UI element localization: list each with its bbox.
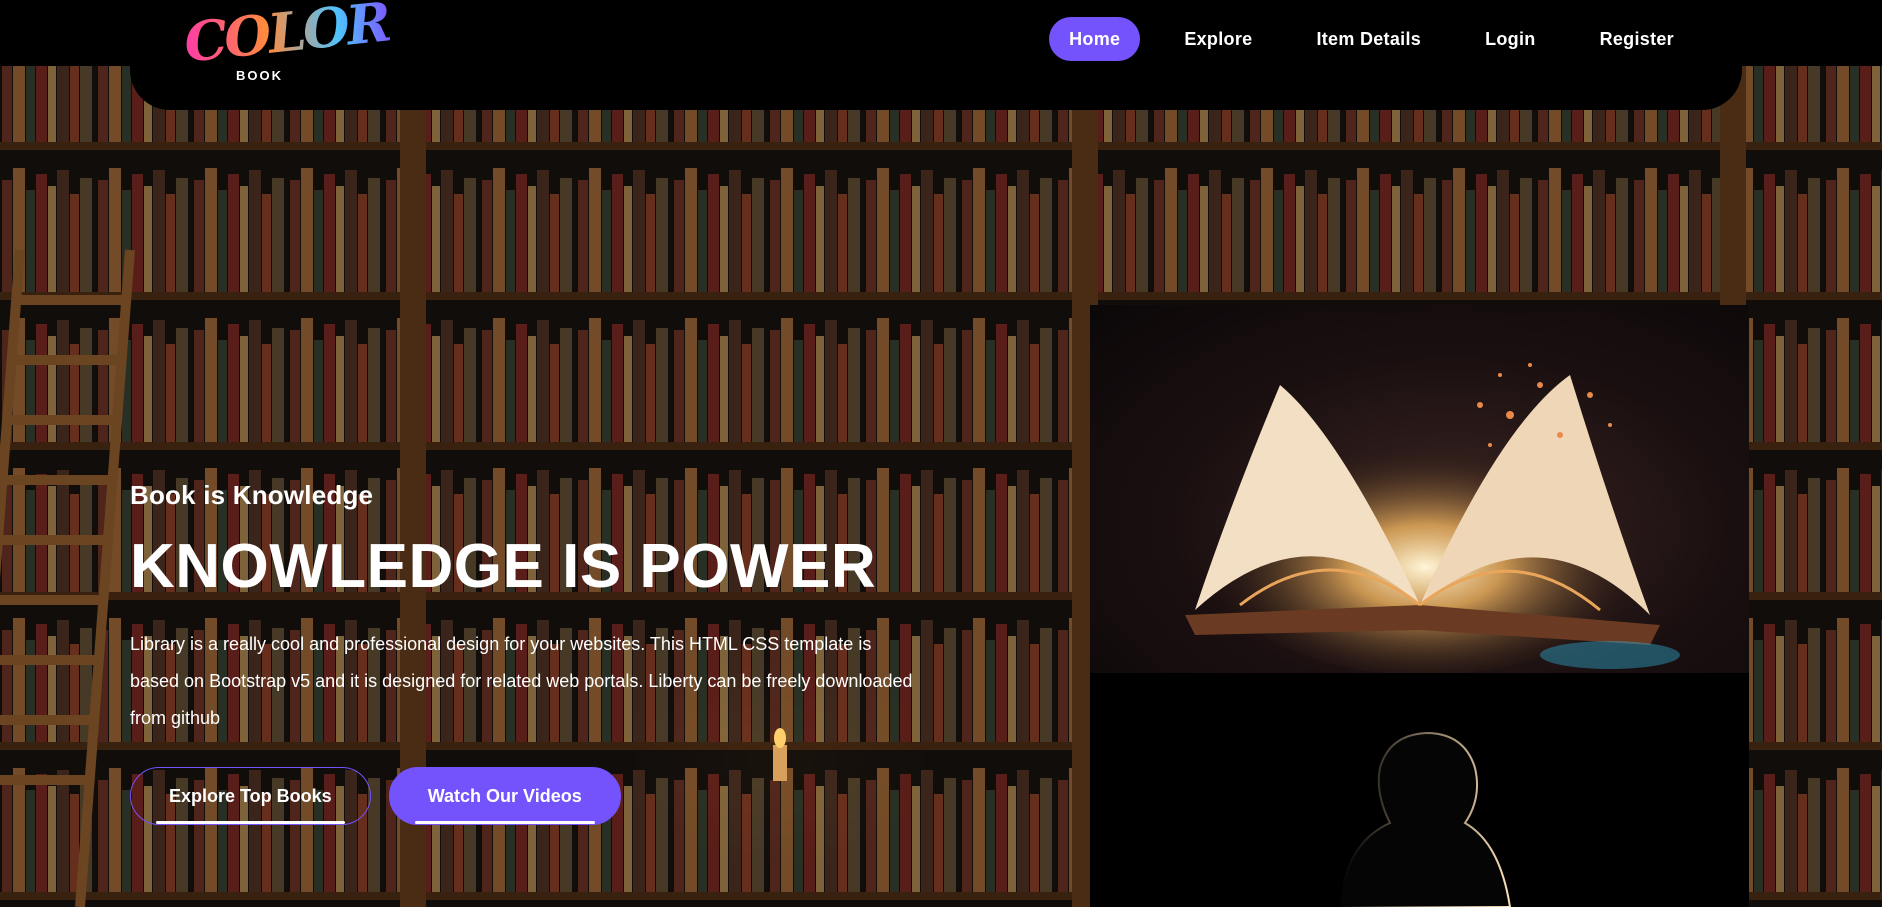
explore-top-books-button[interactable]: Explore Top Books xyxy=(130,767,371,825)
logo-subtitle: BOOK xyxy=(236,68,283,83)
button-underline xyxy=(414,821,595,824)
explore-top-books-label: Explore Top Books xyxy=(169,785,332,806)
nav-login[interactable]: Login xyxy=(1465,17,1555,61)
reader-silhouette-image xyxy=(1090,673,1749,907)
nav-home[interactable]: Home xyxy=(1049,17,1141,61)
watch-videos-button[interactable]: Watch Our Videos xyxy=(388,767,621,825)
hero-section: Book is Knowledge KNOWLEDGE IS POWER Lib… xyxy=(130,480,930,825)
nav-item-details[interactable]: Item Details xyxy=(1296,17,1441,61)
nav-explore[interactable]: Explore xyxy=(1164,17,1272,61)
glowing-open-book-image xyxy=(1090,305,1749,673)
watch-videos-label: Watch Our Videos xyxy=(427,785,582,806)
hero-subtitle: Book is Knowledge xyxy=(130,480,374,510)
site-logo[interactable]: COLOR BOOK xyxy=(181,0,391,84)
main-nav: Home Explore Item Details Login Register xyxy=(1035,17,1694,61)
button-underline xyxy=(156,821,345,824)
hero-title: KNOWLEDGE IS POWER xyxy=(130,532,877,601)
nav-register[interactable]: Register xyxy=(1580,17,1694,61)
hero-buttons: Explore Top Books Watch Our Videos xyxy=(130,767,930,825)
header-tab xyxy=(130,60,1742,110)
hero-description: Library is a really cool and professiona… xyxy=(130,634,913,728)
